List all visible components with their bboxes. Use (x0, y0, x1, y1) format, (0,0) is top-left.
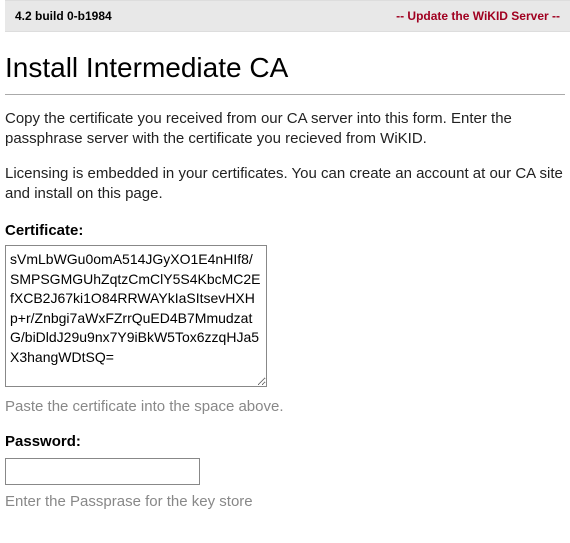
certificate-textarea[interactable] (5, 245, 267, 387)
intro-paragraph-1: Copy the certificate you received from o… (5, 109, 565, 150)
certificate-hint: Paste the certificate into the space abo… (5, 398, 565, 415)
content: Install Intermediate CA Copy the certifi… (0, 52, 570, 520)
intro-paragraph-2: Licensing is embedded in your certificat… (5, 164, 565, 205)
password-label: Password: (5, 433, 565, 450)
topbar: 4.2 build 0-b1984 -- Update the WiKID Se… (5, 0, 570, 32)
page-title: Install Intermediate CA (5, 52, 565, 95)
update-server-link[interactable]: -- Update the WiKID Server -- (396, 9, 560, 23)
password-input[interactable] (5, 458, 200, 485)
password-hint: Enter the Passprase for the key store (5, 493, 565, 510)
certificate-label: Certificate: (5, 222, 565, 239)
version-text: 4.2 build 0-b1984 (15, 9, 112, 23)
